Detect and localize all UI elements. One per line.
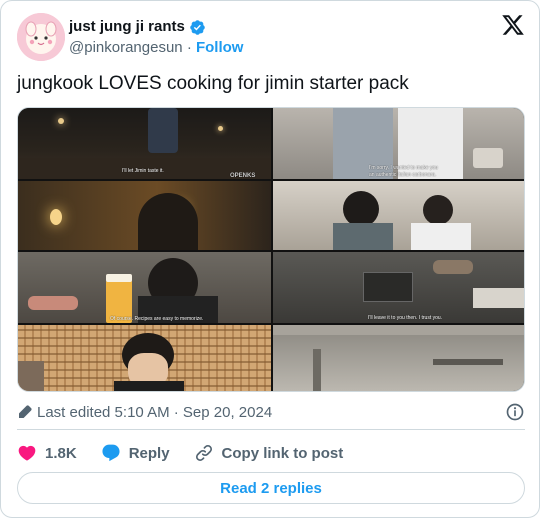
follow-button[interactable]: Follow	[196, 39, 244, 56]
x-logo-icon[interactable]	[501, 13, 525, 37]
media-frame-kitchen[interactable]: I'm sorry. I wanted to make you an authe…	[273, 108, 524, 179]
tweet-card: just jung ji rants @pinkorangesun · Foll…	[0, 0, 540, 518]
handle[interactable]: @pinkorangesun	[69, 39, 183, 56]
media-frame-ceiling[interactable]	[273, 325, 524, 391]
media-frame-beer[interactable]: Of course. Recipes are easy to memorize.	[18, 252, 271, 323]
read-replies-button[interactable]: Read 2 replies	[17, 472, 525, 504]
media-frame-stove[interactable]: I'll leave it to you then. I trust you.	[273, 252, 524, 323]
tweet-text: jungkook LOVES cooking for jimin starter…	[17, 73, 409, 94]
copy-link-label: Copy link to post	[221, 444, 344, 462]
media-frame-restaurant[interactable]: I'll let Jimin taste it. OPENKS	[18, 108, 271, 179]
watermark: OPENKS	[230, 173, 256, 179]
pencil-icon	[19, 405, 32, 418]
subtitle: an authentic Italian carbonara.	[369, 172, 437, 178]
reply-bubble-icon	[102, 444, 120, 462]
handle-line: @pinkorangesun · Follow	[69, 38, 243, 58]
media-grid[interactable]: I'll let Jimin taste it. OPENKS I'm sorr…	[17, 107, 525, 392]
subtitle: Of course. Recipes are easy to memorize.	[110, 316, 204, 322]
like-count: 1.8K	[45, 444, 77, 462]
subtitle: I'll let Jimin taste it.	[122, 168, 164, 174]
display-name[interactable]: just jung ji rants	[69, 17, 185, 37]
edit-meta: Last edited 5:10 AM · Sep 20, 2024	[17, 402, 525, 422]
heart-icon	[18, 445, 36, 461]
media-frame-lightbulb[interactable]	[18, 181, 271, 250]
verified-badge-icon	[190, 19, 205, 35]
edited-timestamp[interactable]: Last edited 5:10 AM · Sep 20, 2024	[37, 404, 272, 421]
link-icon	[195, 444, 212, 462]
tweet-header: just jung ji rants @pinkorangesun · Foll…	[17, 13, 525, 61]
subtitle: I'll leave it to you then. I trust you.	[368, 315, 443, 321]
action-bar: 1.8K Reply Copy link to post	[17, 441, 525, 465]
user-names: just jung ji rants @pinkorangesun · Foll…	[69, 17, 243, 58]
media-frame-portrait[interactable]	[18, 325, 271, 391]
reply-label: Reply	[128, 444, 170, 462]
media-frame-cooking[interactable]	[273, 181, 524, 250]
display-name-row[interactable]: just jung ji rants	[69, 17, 243, 37]
reply-button[interactable]: Reply	[101, 443, 170, 463]
subtitle: I'm sorry. I wanted to make you	[369, 165, 438, 171]
avatar[interactable]	[17, 13, 65, 61]
like-button[interactable]: 1.8K	[17, 443, 77, 463]
divider	[17, 429, 525, 430]
separator: ·	[186, 39, 192, 56]
copy-link-button[interactable]: Copy link to post	[194, 443, 344, 463]
info-icon[interactable]	[505, 402, 525, 422]
